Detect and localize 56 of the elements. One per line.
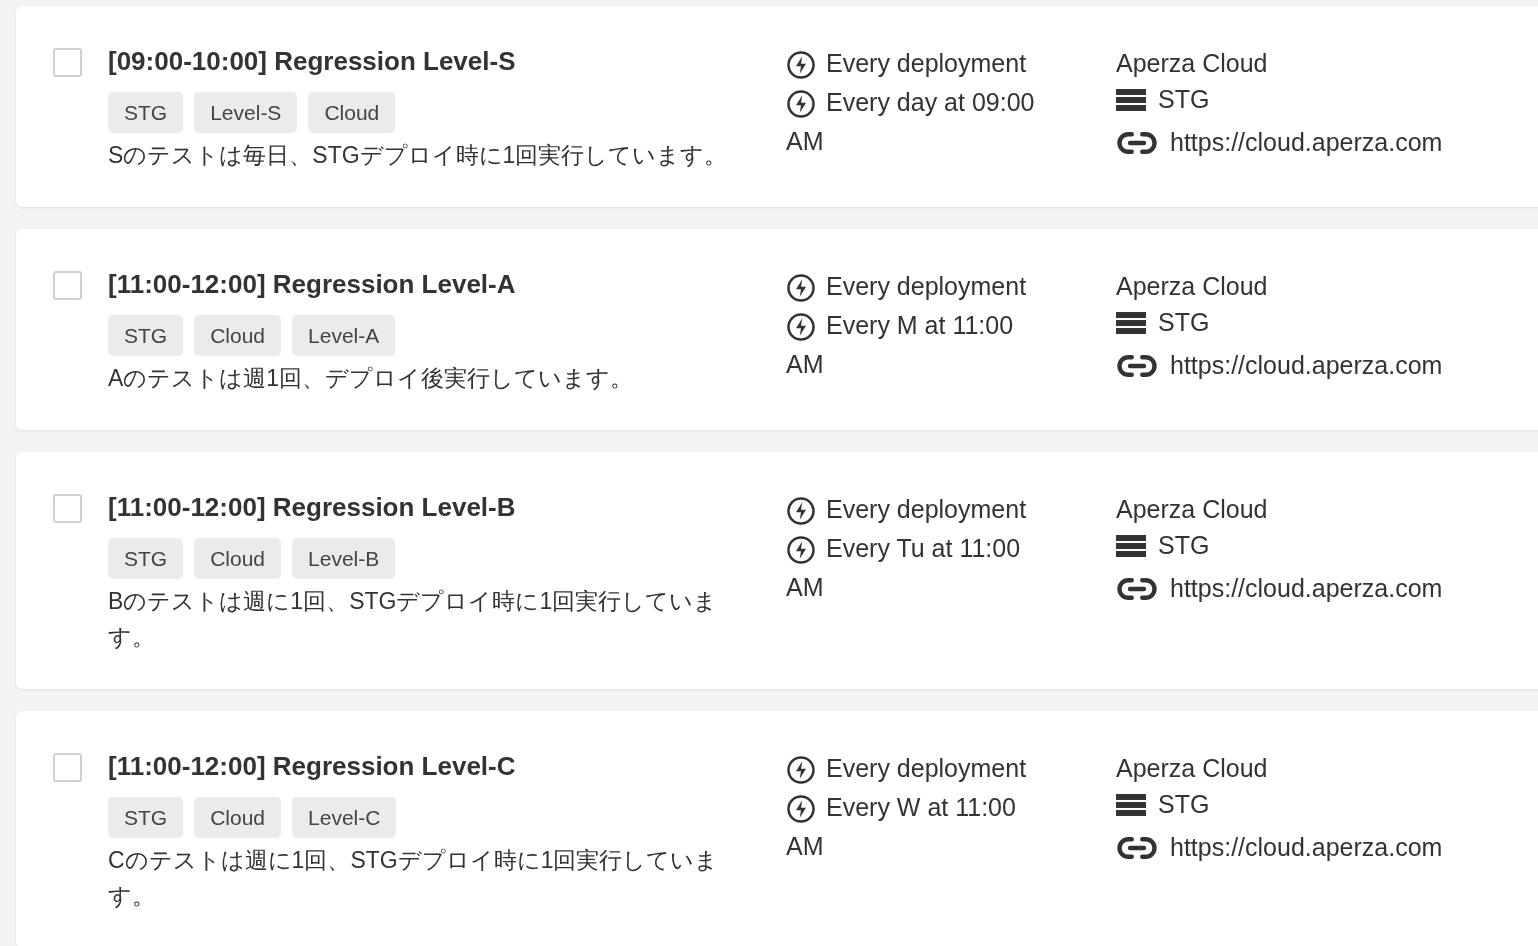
- tag: Level-C: [292, 797, 397, 838]
- project-name: Aperza Cloud: [1116, 48, 1269, 79]
- lightning-icon: [786, 312, 816, 342]
- checkbox[interactable]: [53, 753, 82, 782]
- lightning-icon: [786, 535, 816, 565]
- environment-label: STG: [1158, 307, 1210, 339]
- test-description: Aのテストは週1回、デプロイ後実行しています。: [108, 364, 635, 393]
- tag: Level-B: [292, 538, 396, 579]
- schedule-text: Every day at 09:00 AM: [786, 87, 1036, 157]
- project-name: Aperza Cloud: [1116, 494, 1269, 525]
- url-link[interactable]: https://cloud.aperza.com: [1170, 570, 1443, 608]
- test-title[interactable]: [11:00-12:00] Regression Level-A: [108, 267, 760, 301]
- schedule-text: Every deployment: [786, 267, 1041, 306]
- server-icon: [1116, 311, 1146, 335]
- checkbox[interactable]: [53, 271, 82, 300]
- schedule-text: Every M at 11:00 AM: [786, 310, 1015, 380]
- server-icon: [1116, 88, 1146, 112]
- server-icon: [1116, 534, 1146, 558]
- project-name: Aperza Cloud: [1116, 753, 1269, 784]
- lightning-icon: [786, 273, 816, 303]
- tag: Cloud: [308, 92, 396, 133]
- test-title[interactable]: [11:00-12:00] Regression Level-B: [108, 490, 760, 524]
- tag: STG: [108, 797, 184, 838]
- lightning-icon: [786, 794, 816, 824]
- tag: STG: [108, 92, 184, 133]
- test-description: Bのテストは週に1回、STGデプロイ時に1回実行しています。: [108, 587, 719, 652]
- tag: Cloud: [194, 797, 282, 838]
- lightning-icon: [786, 496, 816, 526]
- url-link[interactable]: https://cloud.aperza.com: [1170, 829, 1443, 867]
- test-description: Cのテストは週に1回、STGデプロイ時に1回実行しています。: [108, 846, 720, 911]
- url-link[interactable]: https://cloud.aperza.com: [1170, 347, 1443, 385]
- test-title[interactable]: [11:00-12:00] Regression Level-C: [108, 749, 760, 783]
- tag: Cloud: [194, 538, 282, 579]
- lightning-icon: [786, 89, 816, 119]
- tag: Level-A: [292, 315, 396, 356]
- lightning-icon: [786, 50, 816, 80]
- checkbox[interactable]: [53, 494, 82, 523]
- tag: Cloud: [194, 315, 282, 356]
- environment-label: STG: [1158, 530, 1210, 562]
- test-title[interactable]: [09:00-10:00] Regression Level-S: [108, 44, 760, 78]
- project-name: Aperza Cloud: [1116, 271, 1269, 302]
- tag: STG: [108, 538, 184, 579]
- environment-label: STG: [1158, 84, 1210, 116]
- schedule-text: Every W at 11:00 AM: [786, 792, 1017, 862]
- server-icon: [1116, 793, 1146, 817]
- tag: Level-S: [194, 92, 298, 133]
- tag: STG: [108, 315, 184, 356]
- schedule-text: Every deployment: [786, 490, 1041, 529]
- test-description: Sのテストは毎日、STGデプロイ時に1回実行しています。: [108, 141, 729, 170]
- lightning-icon: [786, 755, 816, 785]
- schedule-text: Every Tu at 11:00 AM: [786, 533, 1022, 603]
- url-link[interactable]: https://cloud.aperza.com: [1170, 124, 1443, 162]
- checkbox[interactable]: [53, 48, 82, 77]
- environment-label: STG: [1158, 789, 1210, 821]
- schedule-text: Every deployment: [786, 44, 1041, 83]
- schedule-text: Every deployment: [786, 749, 1041, 788]
